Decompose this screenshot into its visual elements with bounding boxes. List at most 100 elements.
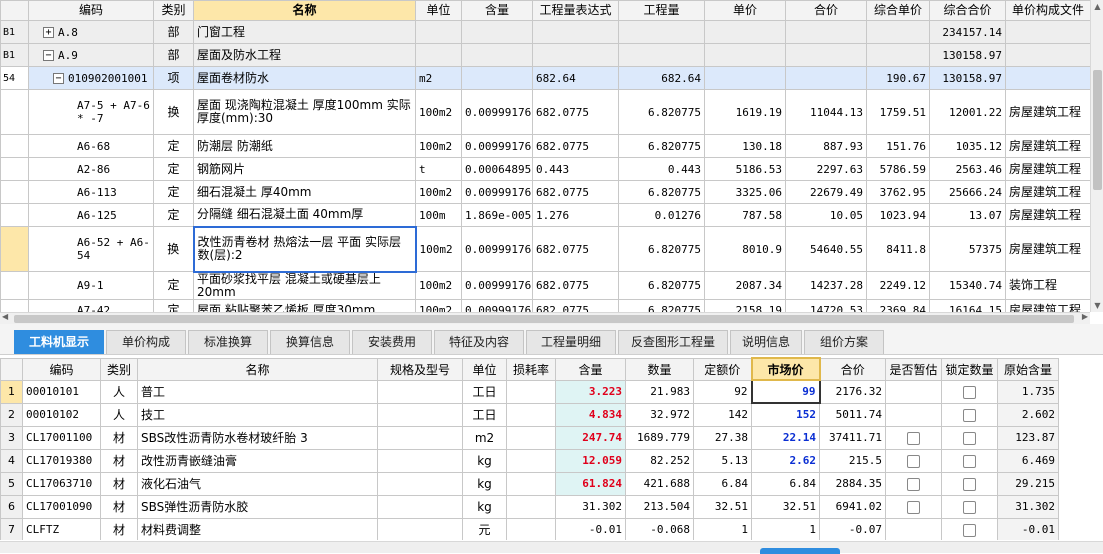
top-header-unit-price[interactable]: 单价 <box>704 0 786 21</box>
resource-row[interactable]: 2 00010102 人技工 工日 4.834 32.972 142 152 5011.74 2.… <box>0 402 1059 427</box>
row-content[interactable]: 0.00999176 <box>461 89 533 135</box>
top-header-unit[interactable]: 单位 <box>415 0 462 21</box>
scroll-right-icon[interactable]: ▶ <box>1082 312 1088 321</box>
estimate-checkbox[interactable] <box>907 500 920 514</box>
quota-row[interactable]: A6-52 + A6-54 换改性沥青卷材 热熔法一层 平面 实际层数(层):2 1… <box>0 225 1090 273</box>
quota-row[interactable]: A6-68 定防潮层 防潮纸 100m2 0.00999176 682.0775 6.82… <box>0 134 1090 158</box>
row-price-file[interactable]: 房屋建筑工程 <box>1005 134 1090 158</box>
resource-content[interactable]: 61.824 <box>555 471 626 496</box>
resource-name[interactable]: SBS改性沥青防水卷材玻纤胎 3 <box>137 425 378 450</box>
resource-market-price[interactable]: 99 <box>750 379 821 404</box>
resource-loss-rate[interactable] <box>506 379 556 404</box>
row-composite-price[interactable]: 2369.84 <box>866 298 930 312</box>
row-content[interactable]: 0.00999176 <box>461 180 533 204</box>
row-composite-total[interactable]: 15340.74 <box>929 271 1006 300</box>
row-composite-price[interactable]: 5786.59 <box>866 157 930 181</box>
resource-row[interactable]: 6 CL17001090 材 SBS弹性沥青防水胶 kg 31.302 213.504 32.… <box>0 494 1059 519</box>
row-unit-price[interactable]: 1619.19 <box>704 89 786 135</box>
row-category[interactable]: 定 <box>153 298 194 312</box>
row-category[interactable]: 部 <box>153 20 194 44</box>
row-composite-price[interactable]: 2249.12 <box>866 271 930 300</box>
bottom-header-total[interactable]: 合价 <box>819 357 886 381</box>
bottom-header-code[interactable]: 编码 <box>22 357 101 381</box>
row-content[interactable]: 0.00999176 <box>461 226 533 272</box>
lock-checkbox[interactable] <box>963 408 976 422</box>
scroll-up-icon[interactable]: ▲ <box>1091 0 1103 13</box>
resource-quantity[interactable]: 32.972 <box>625 402 694 427</box>
row-price-file[interactable] <box>1005 66 1090 90</box>
resource-code[interactable]: CL17001100 <box>22 425 101 450</box>
resource-row[interactable]: 1 00010101 人普工 工日 3.223 21.983 92 99 2176.32 1.73… <box>0 379 1059 404</box>
bottom-header-original-content[interactable]: 原始含量 <box>997 357 1059 381</box>
resource-row[interactable]: 4 CL17019380 材改性沥青嵌缝油膏 kg 12.059 82.252 5.13 2.… <box>0 448 1059 473</box>
resource-is-estimate[interactable] <box>885 448 942 473</box>
resource-market-price[interactable]: 1 <box>751 517 820 540</box>
resource-quantity[interactable]: 82.252 <box>625 448 694 473</box>
resource-category[interactable]: 材 <box>100 494 138 519</box>
row-composite-total[interactable]: 1035.12 <box>929 134 1006 158</box>
resource-quota-price[interactable]: 32.51 <box>693 494 752 519</box>
top-header-code[interactable]: 编码 <box>28 0 154 21</box>
resource-loss-rate[interactable] <box>506 425 556 450</box>
lock-checkbox[interactable] <box>963 500 976 514</box>
bottom-header-market-price[interactable]: 市场价 <box>750 357 821 381</box>
resource-loss-rate[interactable] <box>506 471 556 496</box>
top-header-quantity[interactable]: 工程量 <box>618 0 705 21</box>
row-category[interactable]: 定 <box>153 203 194 227</box>
resource-spec[interactable] <box>377 494 463 519</box>
lock-checkbox[interactable] <box>963 523 976 537</box>
resource-is-estimate[interactable] <box>885 425 942 450</box>
row-name[interactable]: 分隔缝 细石混凝土面 40mm厚 <box>193 203 416 227</box>
row-unit[interactable]: 100m2 <box>415 298 462 312</box>
resource-is-estimate[interactable] <box>885 471 942 496</box>
row-code[interactable]: − A.9 <box>28 43 154 67</box>
row-composite-price[interactable]: 8411.8 <box>866 226 930 272</box>
scroll-down-icon[interactable]: ▼ <box>1091 299 1103 312</box>
row-content[interactable]: 0.00999176 <box>461 298 533 312</box>
quota-row[interactable]: A6-125 定分隔缝 细石混凝土面 40mm厚 100m 1.869e-005 1.2… <box>0 203 1090 227</box>
resource-row[interactable]: 5 CL17063710 材液化石油气 kg 61.824 421.688 6.84 6.84… <box>0 471 1059 496</box>
row-category[interactable]: 部 <box>153 43 194 67</box>
tab-9[interactable]: 组价方案 <box>804 330 884 354</box>
collapse-icon[interactable]: − <box>43 50 54 61</box>
row-unit-price[interactable] <box>704 43 786 67</box>
resource-total[interactable]: 5011.74 <box>819 402 886 427</box>
resource-is-estimate[interactable] <box>885 494 942 519</box>
row-composite-price[interactable]: 3762.95 <box>866 180 930 204</box>
row-price-file[interactable]: 房屋建筑工程 <box>1005 180 1090 204</box>
row-total-price[interactable]: 22679.49 <box>785 180 867 204</box>
bottom-header-is-estimate[interactable]: 是否暂估 <box>885 357 942 381</box>
bottom-header-spec[interactable]: 规格及型号 <box>377 357 463 381</box>
row-composite-total[interactable]: 130158.97 <box>929 66 1006 90</box>
resource-market-price[interactable]: 2.62 <box>751 448 820 473</box>
row-unit[interactable] <box>415 20 462 44</box>
resource-code[interactable]: CL17019380 <box>22 448 101 473</box>
row-expression[interactable]: 682.64 <box>532 66 619 90</box>
resource-total[interactable]: 37411.71 <box>819 425 886 450</box>
bottom-header-name[interactable]: 名称 <box>137 357 378 381</box>
lock-checkbox[interactable] <box>963 431 976 445</box>
resource-is-estimate[interactable] <box>885 402 942 427</box>
resource-spec[interactable] <box>377 517 463 540</box>
resource-category[interactable]: 材 <box>100 517 138 540</box>
row-quantity[interactable]: 0.443 <box>618 157 705 181</box>
resource-quantity[interactable]: 21.983 <box>625 379 694 404</box>
row-expression[interactable]: 682.0775 <box>532 298 619 312</box>
resource-content[interactable]: 4.834 <box>555 402 626 427</box>
row-composite-total[interactable]: 57375 <box>929 226 1006 272</box>
resource-quota-price[interactable]: 142 <box>693 402 752 427</box>
row-unit-price[interactable]: 130.18 <box>704 134 786 158</box>
tab-2[interactable]: 标准换算 <box>188 330 268 354</box>
resource-quota-price[interactable]: 6.84 <box>693 471 752 496</box>
row-code[interactable]: A9-1 <box>28 271 154 300</box>
row-code[interactable]: A6-52 + A6-54 <box>28 226 154 272</box>
row-expression[interactable]: 682.0775 <box>532 89 619 135</box>
resource-unit[interactable]: 工日 <box>462 379 507 404</box>
top-header-category[interactable]: 类别 <box>153 0 194 21</box>
status-tab-indicator[interactable] <box>760 548 840 554</box>
resource-code[interactable]: 00010102 <box>22 402 101 427</box>
row-expression[interactable]: 682.0775 <box>532 226 619 272</box>
row-name[interactable]: 改性沥青卷材 热熔法一层 平面 实际层数(层):2 <box>192 225 417 273</box>
row-code[interactable]: A6-68 <box>28 134 154 158</box>
resource-original-content[interactable]: 29.215 <box>997 471 1059 496</box>
